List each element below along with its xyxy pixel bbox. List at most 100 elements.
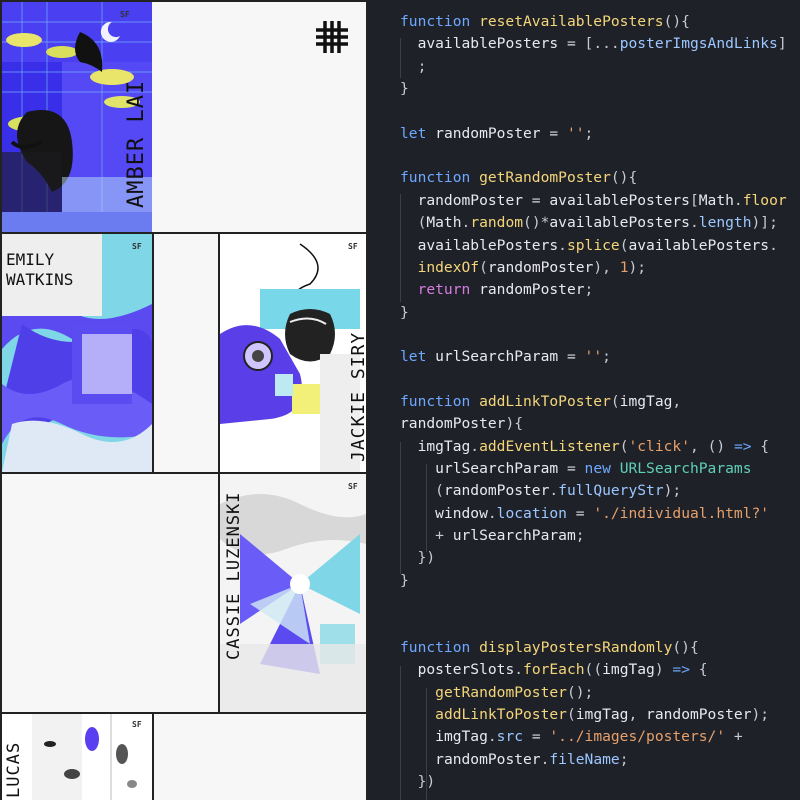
- code-token: randomPoster: [435, 124, 541, 142]
- code-line[interactable]: function getRandomPoster(){: [400, 169, 637, 191]
- code-token: imgTag: [602, 661, 655, 679]
- code-token: , (): [690, 437, 734, 455]
- code-token: =: [523, 191, 550, 209]
- code-token: let: [400, 348, 436, 366]
- poster-logo: SF: [348, 242, 358, 251]
- code-line[interactable]: (Math.random()*availablePosters.length)]…: [400, 214, 778, 236]
- code-editor[interactable]: function resetAvailablePosters(){ availa…: [368, 0, 800, 800]
- code-line[interactable]: }): [400, 549, 436, 571]
- code-token: (: [400, 482, 444, 500]
- code-token: ()*: [523, 214, 550, 232]
- code-line[interactable]: (randomPoster.fullQueryStr);: [400, 482, 681, 504]
- poster-jackie-siry[interactable]: JACKIE SIRY SF: [220, 234, 366, 472]
- code-token: availablePosters: [549, 214, 690, 232]
- code-line[interactable]: window.location = './individual.html?': [400, 505, 769, 527]
- code-token: .: [514, 661, 524, 679]
- poster-cassie-luzenski[interactable]: CASSIE LUZENSKI SF: [220, 474, 366, 712]
- code-token: {: [690, 661, 708, 679]
- code-line[interactable]: + urlSearchParam;: [400, 527, 585, 549]
- code-token: randomPoster: [443, 482, 550, 500]
- code-line[interactable]: let randomPoster = '';: [400, 125, 593, 147]
- code-token: urlSearchParam: [435, 460, 559, 477]
- code-token: .: [487, 504, 497, 522]
- code-token: availablePosters: [628, 236, 770, 254]
- code-token: .: [487, 728, 497, 746]
- poster-logo: SF: [132, 242, 142, 251]
- code-line[interactable]: function displayPostersRandomly(){: [400, 639, 699, 661]
- code-token: (: [610, 392, 620, 410]
- poster-amber-lai[interactable]: AMBER LAI SF: [2, 2, 152, 232]
- code-token: ();: [566, 683, 594, 701]
- code-token: addEventListener: [479, 437, 620, 455]
- code-line[interactable]: let urlSearchParam = '';: [400, 348, 611, 370]
- code-token: =: [558, 35, 585, 53]
- code-token: ;: [575, 527, 585, 545]
- poster-slot-middle-right[interactable]: JACKIE SIRY SF: [218, 232, 368, 474]
- code-line[interactable]: randomPoster.fileName;: [400, 751, 628, 773]
- code-token: (: [479, 258, 488, 276]
- code-token: randomPoster: [400, 415, 506, 433]
- code-line[interactable]: }): [400, 773, 436, 795]
- code-line[interactable]: imgTag.src = '../images/posters/' +: [400, 728, 743, 750]
- code-line[interactable]: availablePosters = [...posterImgsAndLink…: [400, 35, 787, 57]
- code-line[interactable]: randomPoster){: [400, 415, 523, 437]
- code-token: }: [400, 303, 409, 321]
- code-token: ;: [584, 124, 594, 142]
- poster-emily-watkins[interactable]: EMILY WATKINS SF: [2, 234, 152, 472]
- poster-lucas[interactable]: LUCAS SF: [2, 714, 152, 800]
- poster-logo: SF: [120, 10, 130, 19]
- code-token: }): [400, 549, 436, 567]
- code-token: 'click': [628, 437, 690, 455]
- code-line[interactable]: imgTag.addEventListener('click', () => {: [400, 437, 770, 460]
- code-line[interactable]: return randomPoster;: [400, 281, 594, 303]
- poster-slot-lower-right[interactable]: CASSIE LUZENSKI SF: [218, 472, 368, 714]
- code-line[interactable]: function addLinkToPoster(imgTag,: [400, 393, 681, 415]
- code-token: fullQueryStr: [558, 482, 664, 500]
- poster-slot-bottom-left[interactable]: LUCAS SF: [0, 712, 154, 800]
- code-token: posterImgsAndLinks: [619, 35, 778, 53]
- hash-grid-icon[interactable]: [314, 19, 350, 55]
- code-line[interactable]: urlSearchParam = new URLSearchParams: [400, 460, 751, 482]
- code-token: forEach: [523, 661, 585, 679]
- code-line[interactable]: posterSlots.forEach((imgTag) => {: [400, 661, 708, 683]
- code-token: getRandomPoster: [435, 683, 567, 701]
- code-line[interactable]: getRandomPoster();: [400, 684, 593, 706]
- code-token: urlSearchParam: [435, 348, 559, 366]
- code-token: (){: [663, 13, 690, 30]
- code-token: function: [400, 392, 480, 410]
- code-token: resetAvailablePosters: [479, 13, 664, 30]
- code-token: urlSearchParam: [452, 527, 576, 545]
- code-line[interactable]: }: [400, 304, 409, 326]
- code-token: ): [654, 661, 673, 679]
- poster-logo: SF: [348, 482, 358, 491]
- code-token: ),: [593, 258, 620, 276]
- poster-jackie-siry-art: [220, 234, 366, 472]
- code-token: posterSlots: [417, 661, 515, 679]
- code-line[interactable]: function resetAvailablePosters(){: [400, 13, 690, 35]
- code-line[interactable]: addLinkToPoster(imgTag, randomPoster);: [400, 706, 769, 728]
- code-line[interactable]: }: [400, 572, 409, 594]
- code-token: .: [689, 214, 699, 232]
- code-token: '': [566, 124, 585, 142]
- code-line[interactable]: indexOf(randomPoster), 1);: [400, 259, 646, 281]
- code-token: floor: [742, 191, 787, 209]
- code-token: src: [496, 728, 524, 746]
- poster-slot-middle-left[interactable]: EMILY WATKINS SF: [0, 232, 154, 474]
- code-token: imgTag: [619, 392, 673, 410]
- code-line[interactable]: availablePosters.splice(availablePosters…: [400, 237, 778, 259]
- code-line[interactable]: ;: [400, 58, 427, 80]
- code-token: function: [400, 13, 480, 30]
- code-token: =>: [733, 437, 752, 455]
- poster-slot-bottom-right: [152, 712, 368, 800]
- poster-slot-top-left[interactable]: AMBER LAI SF: [0, 0, 154, 234]
- code-line[interactable]: }: [400, 80, 409, 102]
- code-token: randomPoster: [435, 750, 541, 768]
- code-token: window: [435, 504, 488, 522]
- code-token: );: [628, 258, 647, 276]
- code-token: imgTag: [575, 705, 629, 723]
- poster-slot-middle-center: [152, 232, 222, 474]
- code-line[interactable]: randomPoster = availablePosters[Math.flo…: [400, 192, 787, 214]
